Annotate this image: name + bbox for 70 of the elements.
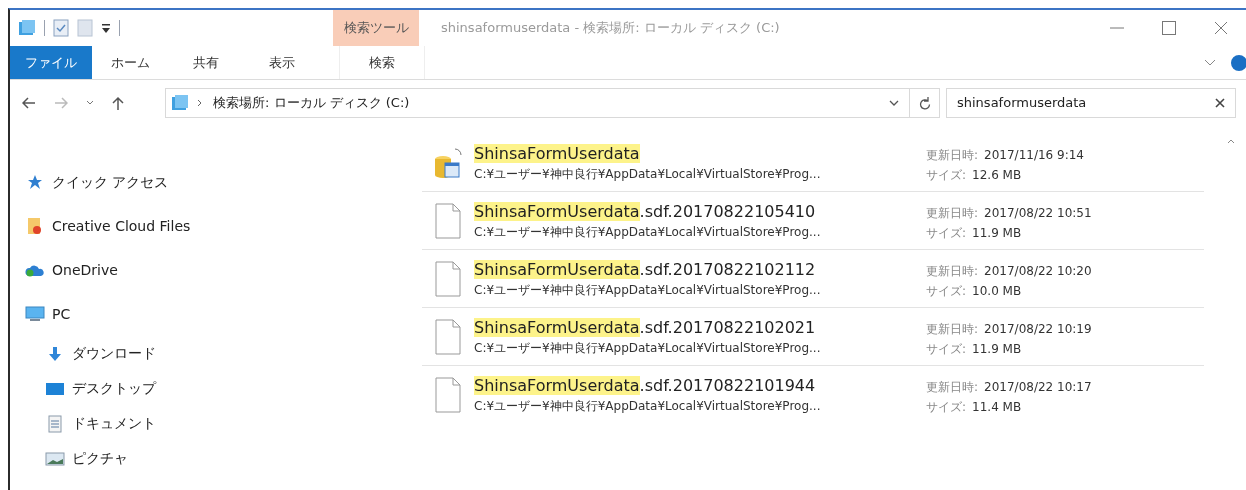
tool-group-label: 検索ツール — [333, 10, 419, 46]
field-label: 更新日時: — [926, 204, 979, 222]
ribbon-tab[interactable]: 共有 — [168, 46, 244, 79]
up-arrow-icon[interactable] — [112, 96, 124, 110]
search-field[interactable]: shinsaformuserdata — [946, 88, 1236, 118]
file-path: C:¥ユーザー¥神中良行¥AppData¥Local¥VirtualStore¥Prog... — [474, 165, 822, 183]
field-label: サイズ: — [926, 224, 967, 242]
file-icon — [435, 202, 461, 239]
file-path: C:¥ユーザー¥神中良行¥AppData¥Local¥VirtualStore¥Prog... — [474, 223, 822, 241]
field-value: 2017/08/22 10:20 — [984, 262, 1092, 280]
field-label: 更新日時: — [926, 379, 979, 396]
address-bar[interactable]: 検索場所: ローカル ディスク (C:) — [165, 88, 940, 118]
ribbon-tab[interactable]: 検索 — [339, 46, 425, 79]
file-name[interactable]: ShinsaFormUserdata.sdf.20170822101944 — [474, 375, 926, 397]
file-name[interactable]: ShinsaFormUserdata — [474, 142, 926, 165]
sidebar-item[interactable]: ダウンロード — [72, 343, 156, 364]
monitor-icon — [24, 306, 46, 322]
file-path: C:¥ユーザー¥神中良行¥AppData¥Local¥VirtualStore¥Prog... — [474, 281, 822, 299]
cloud-icon — [24, 263, 46, 277]
sidebar-item[interactable]: デスクトップ — [72, 378, 156, 399]
address-path: 検索場所: ローカル ディスク (C:) — [213, 94, 411, 113]
field-value: 10.0 MB — [972, 282, 1022, 300]
ribbon-tab[interactable]: ファイル — [10, 46, 92, 79]
field-value: 2017/11/16 9:14 — [984, 146, 1084, 164]
field-value: 11.9 MB — [972, 224, 1022, 242]
scroll-up-icon[interactable] — [1227, 138, 1235, 144]
chevron-down-icon[interactable] — [1204, 58, 1216, 67]
file-path: C:¥ユーザー¥神中良行¥AppData¥Local¥VirtualStore¥Prog... — [474, 398, 822, 415]
field-label: サイズ: — [926, 282, 967, 300]
window-title: shinsaformuserdata - 検索場所: ローカル ディスク (C:) — [440, 19, 781, 38]
file-icon — [435, 377, 461, 413]
sidebar-item[interactable]: ピクチャ — [72, 448, 128, 469]
file-icon — [435, 318, 461, 355]
refresh-icon[interactable] — [918, 96, 931, 110]
field-label: 更新日時: — [926, 320, 979, 338]
field-value: 11.9 MB — [972, 340, 1022, 358]
sidebar-item[interactable]: PC — [52, 303, 71, 325]
chevron-down-icon[interactable] — [86, 100, 94, 106]
file-name[interactable]: ShinsaFormUserdata.sdf.20170822105410 — [474, 200, 926, 223]
field-value: 2017/08/22 10:17 — [984, 379, 1092, 396]
field-value: 2017/08/22 10:51 — [984, 204, 1092, 222]
sidebar-item[interactable]: Creative Cloud Files — [52, 215, 191, 237]
field-value: 11.4 MB — [972, 399, 1022, 416]
field-label: サイズ: — [926, 166, 967, 184]
file-icon — [435, 260, 461, 297]
desktop-icon — [44, 381, 66, 396]
sidebar-item[interactable]: ドキュメント — [72, 413, 156, 434]
folder-icon[interactable] — [18, 20, 36, 36]
field-value: 12.6 MB — [972, 166, 1022, 184]
chevron-down-icon[interactable] — [889, 99, 899, 107]
file-path: C:¥ユーザー¥神中良行¥AppData¥Local¥VirtualStore¥Prog... — [474, 339, 822, 357]
back-arrow-icon[interactable] — [22, 97, 36, 109]
clear-icon[interactable] — [1215, 98, 1225, 108]
maximize-icon[interactable] — [1162, 21, 1176, 35]
field-value: 2017/08/22 10:19 — [984, 320, 1092, 338]
ribbon-tab[interactable]: ホーム — [92, 46, 168, 79]
field-label: 更新日時: — [926, 146, 979, 164]
sidebar-item[interactable]: クイック アクセス — [52, 171, 169, 193]
chevron-right-icon — [197, 99, 203, 107]
field-label: サイズ: — [926, 340, 967, 358]
field-label: 更新日時: — [926, 262, 979, 280]
image-icon — [44, 451, 66, 466]
file-name[interactable]: ShinsaFormUserdata.sdf.20170822102021 — [474, 316, 926, 339]
file-name[interactable]: ShinsaFormUserdata.sdf.20170822102112 — [474, 258, 926, 281]
field-label: サイズ: — [926, 399, 967, 416]
sidebar-item[interactable]: OneDrive — [52, 259, 118, 281]
close-icon[interactable] — [1214, 21, 1228, 35]
folder-icon — [171, 95, 189, 111]
ribbon-tab[interactable]: 表示 — [244, 46, 320, 79]
dropdown-icon[interactable] — [101, 22, 111, 34]
